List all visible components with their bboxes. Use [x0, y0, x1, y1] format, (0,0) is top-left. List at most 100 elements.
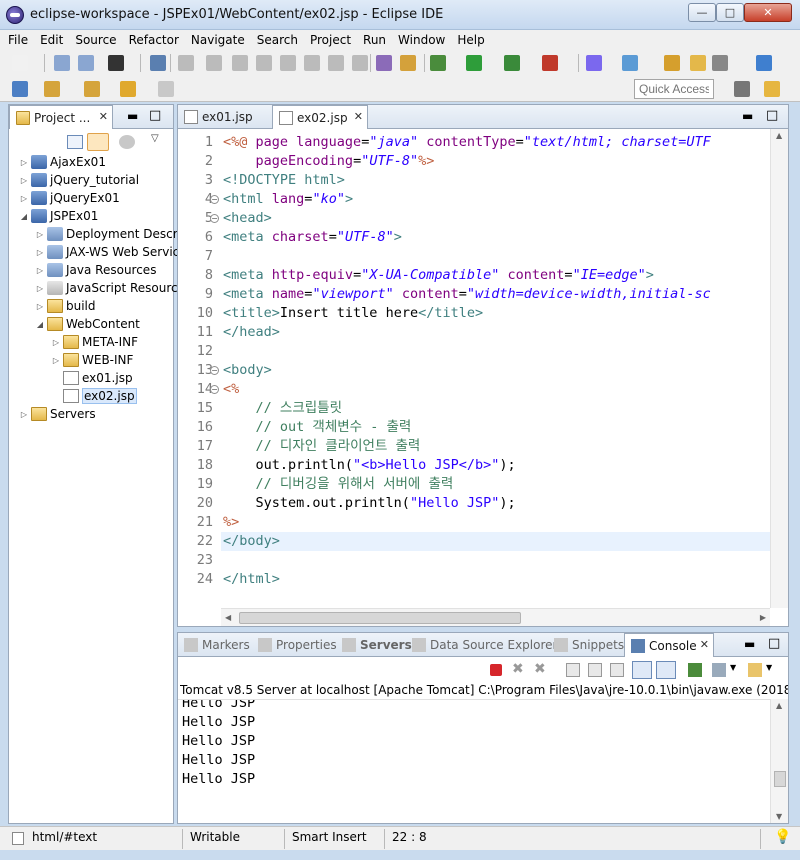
tree-item-ajaxex01[interactable]: ▷ AjaxEx01: [19, 153, 106, 171]
new-icon[interactable]: [12, 55, 28, 71]
fold-toggle-icon[interactable]: −: [210, 195, 219, 204]
chevron-right-icon[interactable]: ▷: [51, 356, 61, 365]
code-line[interactable]: System.out.println("Hello JSP");: [223, 494, 516, 513]
tree-item-web-inf[interactable]: ▷ WEB-INF: [51, 351, 133, 369]
code-line[interactable]: <meta name="viewport" content="width=dev…: [223, 285, 711, 304]
tab-console[interactable]: Console ✕: [624, 633, 714, 657]
step-into-icon[interactable]: [304, 55, 320, 71]
maximize-icon[interactable]: □: [149, 108, 161, 123]
link-with-editor-icon[interactable]: [87, 133, 109, 151]
chevron-right-icon[interactable]: ▷: [35, 248, 45, 257]
tree-item-jquery-tutorial[interactable]: ▷ jQuery_tutorial: [19, 171, 139, 189]
code-line[interactable]: // out 객체변수 - 출력: [223, 418, 412, 437]
chevron-down-icon[interactable]: ◢: [35, 320, 45, 329]
code-line[interactable]: </body>: [221, 532, 770, 551]
previous-annotation-icon[interactable]: [84, 81, 100, 97]
open-type-icon[interactable]: [664, 55, 680, 71]
code-line[interactable]: <body>: [223, 361, 272, 380]
chevron-right-icon[interactable]: ▷: [35, 230, 45, 239]
tab-project-explorer[interactable]: Project ... ✕: [9, 105, 113, 129]
save-all-icon[interactable]: [78, 55, 94, 71]
scroll-lock-icon[interactable]: [588, 663, 602, 677]
tab-servers[interactable]: Servers: [336, 633, 412, 657]
menu-project[interactable]: Project: [310, 33, 351, 47]
code-line[interactable]: // 디버깅을 위해서 서버에 출력: [223, 475, 454, 494]
code-line[interactable]: <html lang="ko">: [223, 190, 353, 209]
chevron-down-icon[interactable]: ▼: [730, 663, 736, 672]
quick-access-input[interactable]: [634, 79, 714, 99]
resume-icon[interactable]: [206, 55, 222, 71]
code-line[interactable]: <title>Insert title here</title>: [223, 304, 483, 323]
minimize-icon[interactable]: ▬: [744, 637, 755, 651]
chevron-down-icon[interactable]: ◢: [19, 212, 29, 221]
tab-snippets[interactable]: Snippets: [548, 633, 624, 657]
next-annotation-icon[interactable]: [44, 81, 60, 97]
code-line[interactable]: <%@ page language="java" contentType="te…: [223, 133, 711, 152]
menu-help[interactable]: Help: [457, 33, 484, 47]
display-console-icon[interactable]: [712, 663, 726, 677]
annotation-icon[interactable]: [12, 81, 28, 97]
minimize-icon[interactable]: ▬: [742, 109, 753, 123]
tab-ex01-jsp[interactable]: ex01.jsp: [178, 105, 270, 129]
code-line[interactable]: %>: [223, 513, 239, 532]
console-vertical-scrollbar[interactable]: ▲ ▼: [770, 699, 788, 823]
chevron-right-icon[interactable]: ▷: [19, 194, 29, 203]
fold-toggle-icon[interactable]: −: [210, 214, 219, 223]
open-console-icon[interactable]: [748, 663, 762, 677]
stop-icon[interactable]: [256, 55, 272, 71]
open-folder-icon[interactable]: [690, 55, 706, 71]
close-icon[interactable]: ✕: [354, 110, 363, 123]
tree-item-webcontent[interactable]: ◢ WebContent: [35, 315, 140, 333]
menu-navigate[interactable]: Navigate: [191, 33, 245, 47]
scroll-up-icon[interactable]: ▲: [776, 701, 782, 710]
tree-item-java-resources[interactable]: ▷ Java Resources: [35, 261, 156, 279]
scroll-thumb[interactable]: [774, 771, 786, 787]
tree-item-ex02-jsp[interactable]: ex02.jsp: [51, 387, 137, 405]
code-line[interactable]: <meta http-equiv="X-UA-Compatible" conte…: [223, 266, 654, 285]
chevron-right-icon[interactable]: ▷: [19, 176, 29, 185]
code-line[interactable]: </head>: [223, 323, 280, 342]
terminate-icon[interactable]: [490, 664, 502, 676]
tasks-icon[interactable]: [400, 55, 416, 71]
maximize-icon[interactable]: □: [768, 636, 780, 651]
code-line[interactable]: </html>: [223, 570, 280, 589]
editor-vertical-scrollbar[interactable]: ▲: [770, 129, 788, 608]
tree-item-jspex01[interactable]: ◢ JSPEx01: [19, 207, 98, 225]
scroll-down-icon[interactable]: ▼: [776, 812, 782, 821]
chevron-right-icon[interactable]: ▷: [35, 284, 45, 293]
forward-icon[interactable]: [158, 81, 174, 97]
code-editor[interactable]: <%@ page language="java" contentType="te…: [221, 129, 770, 608]
code-line[interactable]: out.println("<b>Hello JSP</b>");: [223, 456, 516, 475]
tree-item-jqueryex01[interactable]: ▷ jQueryEx01: [19, 189, 120, 207]
maximize-button[interactable]: □: [716, 3, 744, 22]
open-perspective-icon[interactable]: [734, 81, 750, 97]
code-line[interactable]: // 스크립틀릿: [223, 399, 342, 418]
new-class-icon[interactable]: [622, 55, 638, 71]
show-on-stdout-icon[interactable]: [632, 661, 652, 679]
coverage-icon[interactable]: [504, 55, 520, 71]
fold-toggle-icon[interactable]: −: [210, 366, 219, 375]
close-icon[interactable]: ✕: [700, 638, 709, 651]
tab-ex02-jsp[interactable]: ex02.jsp ✕: [272, 105, 368, 129]
tab-markers[interactable]: Markers: [178, 633, 252, 657]
menu-run[interactable]: Run: [363, 33, 386, 47]
search-icon[interactable]: [712, 55, 728, 71]
tree-item-servers[interactable]: ▷ Servers: [19, 405, 96, 423]
external-tools-icon[interactable]: [542, 55, 558, 71]
tab-properties[interactable]: Properties: [252, 633, 337, 657]
menu-refactor[interactable]: Refactor: [129, 33, 179, 47]
collapse-all-icon[interactable]: [67, 135, 83, 149]
java-ee-perspective-icon[interactable]: [764, 81, 780, 97]
debug-icon[interactable]: [430, 55, 446, 71]
console-output[interactable]: Hello JSP Hello JSP Hello JSP Hello JSP Hell…: [178, 699, 770, 823]
skip-breakpoints-icon[interactable]: [178, 55, 194, 71]
tree-item-deployment-descri[interactable]: ▷ Deployment Descri: [35, 225, 181, 243]
code-line[interactable]: // 디자인 클라이언트 출력: [223, 437, 421, 456]
terminal-icon[interactable]: [150, 55, 166, 71]
show-on-stderr-icon[interactable]: [656, 661, 676, 679]
scroll-left-icon[interactable]: ◀: [225, 613, 231, 622]
scroll-thumb[interactable]: [239, 612, 521, 624]
scroll-right-icon[interactable]: ▶: [760, 613, 766, 622]
save-icon[interactable]: [54, 55, 70, 71]
run-icon[interactable]: [466, 55, 482, 71]
